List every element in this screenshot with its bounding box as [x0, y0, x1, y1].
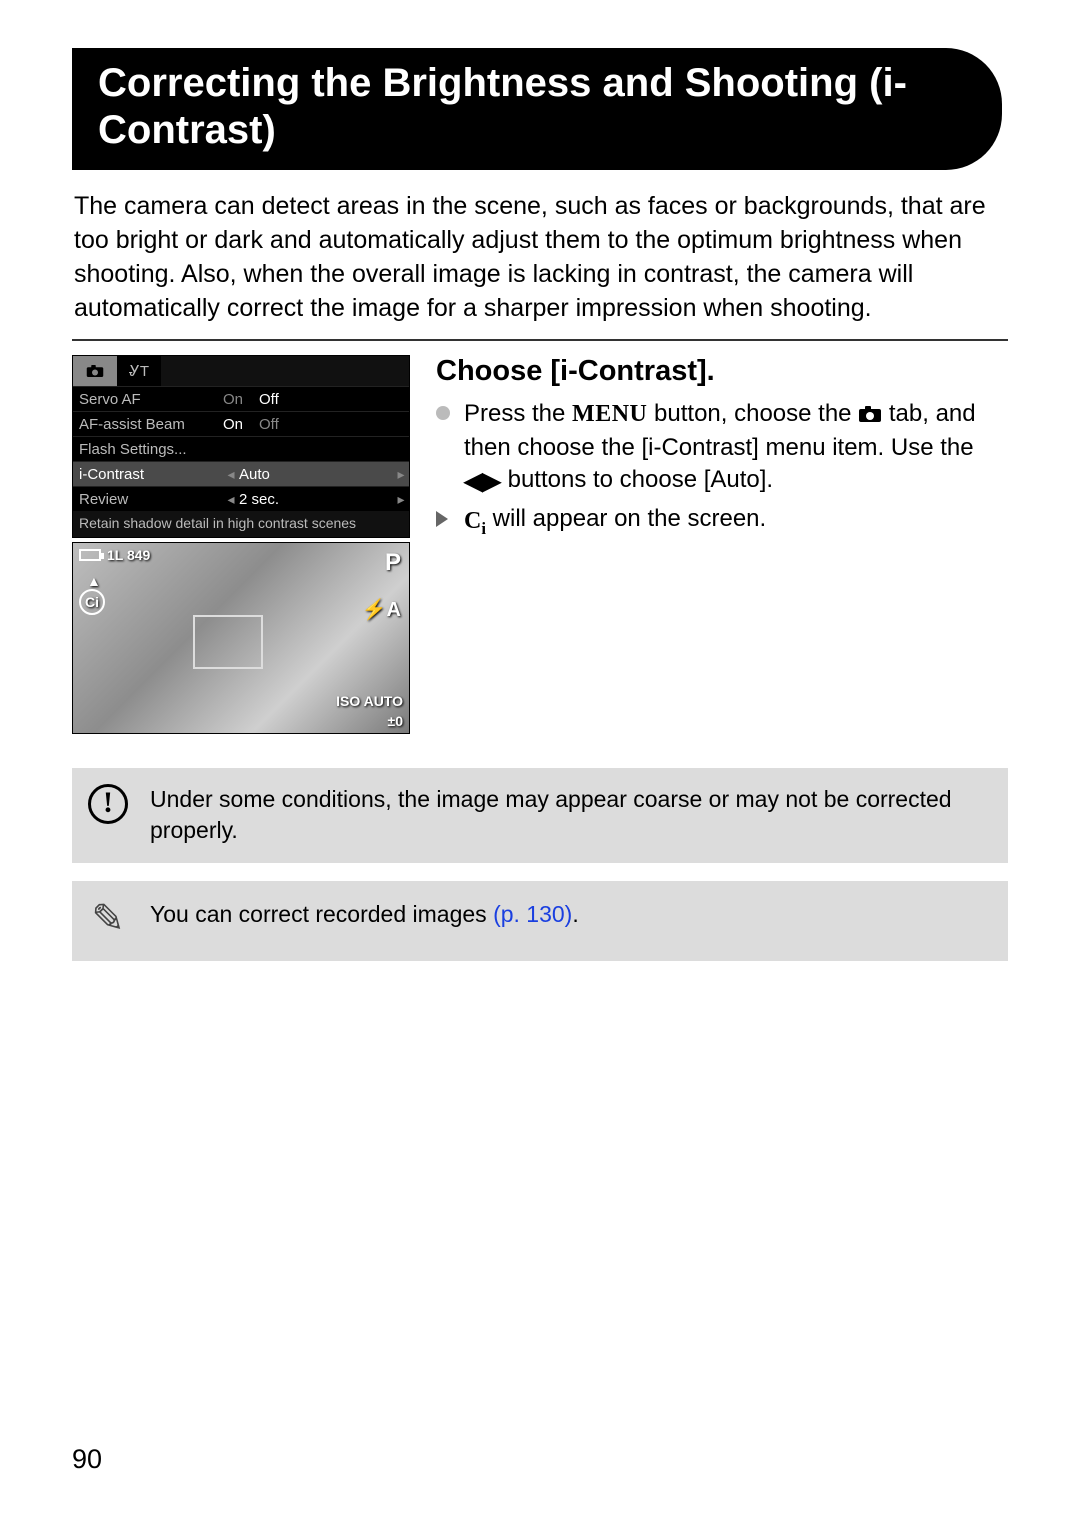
right-arrow-icon: ▸ [393, 466, 409, 483]
ci-indicator-icon: Ci [79, 589, 105, 615]
page-title: Correcting the Brightness and Shooting (… [72, 48, 1002, 170]
menu-row-flash-settings: Flash Settings... [73, 436, 409, 461]
menu-tab-bar: ᎽT [73, 356, 409, 386]
menu-label: AF-assist Beam [73, 416, 223, 433]
left-column: ᎽT Servo AF On Off AF-assist Beam [72, 355, 410, 734]
menu-row-af-assist: AF-assist Beam On Off [73, 411, 409, 436]
note-text: . [572, 901, 578, 927]
shot-count: 1L 849 [107, 547, 150, 563]
pencil-icon: ✎ [86, 899, 130, 939]
menu-opt: 2 sec. [239, 491, 279, 508]
step-bullet-2: Ci will appear on the screen. [436, 503, 1008, 540]
menu-label: i-Contrast [73, 466, 223, 483]
warning-text: Under some conditions, the image may app… [150, 784, 990, 845]
intro-paragraph: The camera can detect areas in the scene… [74, 190, 1002, 325]
menu-label: Flash Settings... [73, 441, 223, 458]
camera-preview-screenshot: 1L 849 ▲ Ci P ⚡A ISO AUTO ±0 [72, 542, 410, 734]
menu-opt: On [223, 416, 243, 433]
menu-opt: Off [259, 416, 279, 433]
iso-indicator: ISO AUTO [336, 693, 403, 709]
warning-note: ! Under some conditions, the image may a… [72, 768, 1008, 863]
camera-menu-screenshot: ᎽT Servo AF On Off AF-assist Beam [72, 355, 410, 538]
menu-row-review: Review ◂ 2 sec. ▸ [73, 486, 409, 511]
page-number: 90 [72, 1444, 102, 1475]
step-text: will appear on the screen. [486, 505, 766, 532]
info-note: ✎ You can correct recorded images (p. 13… [72, 881, 1008, 961]
step-heading: Choose [i-Contrast]. [436, 355, 1008, 388]
tools-tab-icon: ᎽT [117, 356, 161, 386]
menu-opt: Auto [239, 466, 270, 483]
menu-row-servo-af: Servo AF On Off [73, 386, 409, 411]
step-text: buttons to choose [Auto]. [501, 466, 773, 493]
step-bullet-1: Press the MENU button, choose the tab, a… [436, 398, 1008, 497]
menu-row-icontrast: i-Contrast ◂ Auto ▸ [73, 461, 409, 486]
step-text: Press the [464, 400, 572, 427]
left-right-arrows-icon: ◀▶ [464, 466, 501, 498]
page-reference-link[interactable]: (p. 130) [493, 901, 572, 927]
right-arrow-icon: ▸ [393, 491, 409, 508]
menu-label: Review [73, 491, 223, 508]
menu-button-label: MENU [572, 401, 647, 427]
separator-rule [72, 339, 1008, 341]
shooting-mode: P [385, 549, 401, 577]
battery-icon: 1L 849 [79, 547, 150, 563]
bullet-icon [436, 406, 450, 420]
camera-tab-icon [73, 356, 117, 386]
menu-opt: Off [259, 391, 279, 408]
left-arrow-icon: ◂ [223, 491, 239, 508]
ci-icon: Ci [464, 506, 486, 540]
menu-opt: On [223, 391, 243, 408]
step-text: button, choose the [647, 400, 858, 427]
note-text: You can correct recorded images [150, 901, 493, 927]
menu-label: Servo AF [73, 391, 223, 408]
menu-rows: Servo AF On Off AF-assist Beam On Off [73, 386, 409, 511]
left-arrow-icon: ◂ [223, 466, 239, 483]
menu-hint: Retain shadow detail in high contrast sc… [73, 511, 409, 537]
right-column: Choose [i-Contrast]. Press the MENU butt… [436, 355, 1008, 734]
instruction-section: ᎽT Servo AF On Off AF-assist Beam [72, 355, 1008, 734]
ev-indicator: ±0 [388, 713, 403, 729]
flash-mode: ⚡A [362, 597, 401, 622]
af-frame [193, 615, 263, 669]
up-arrow-icon: ▲ [87, 573, 101, 589]
warning-icon: ! [86, 784, 130, 824]
camera-icon [858, 400, 882, 432]
triangle-bullet-icon [436, 511, 448, 527]
